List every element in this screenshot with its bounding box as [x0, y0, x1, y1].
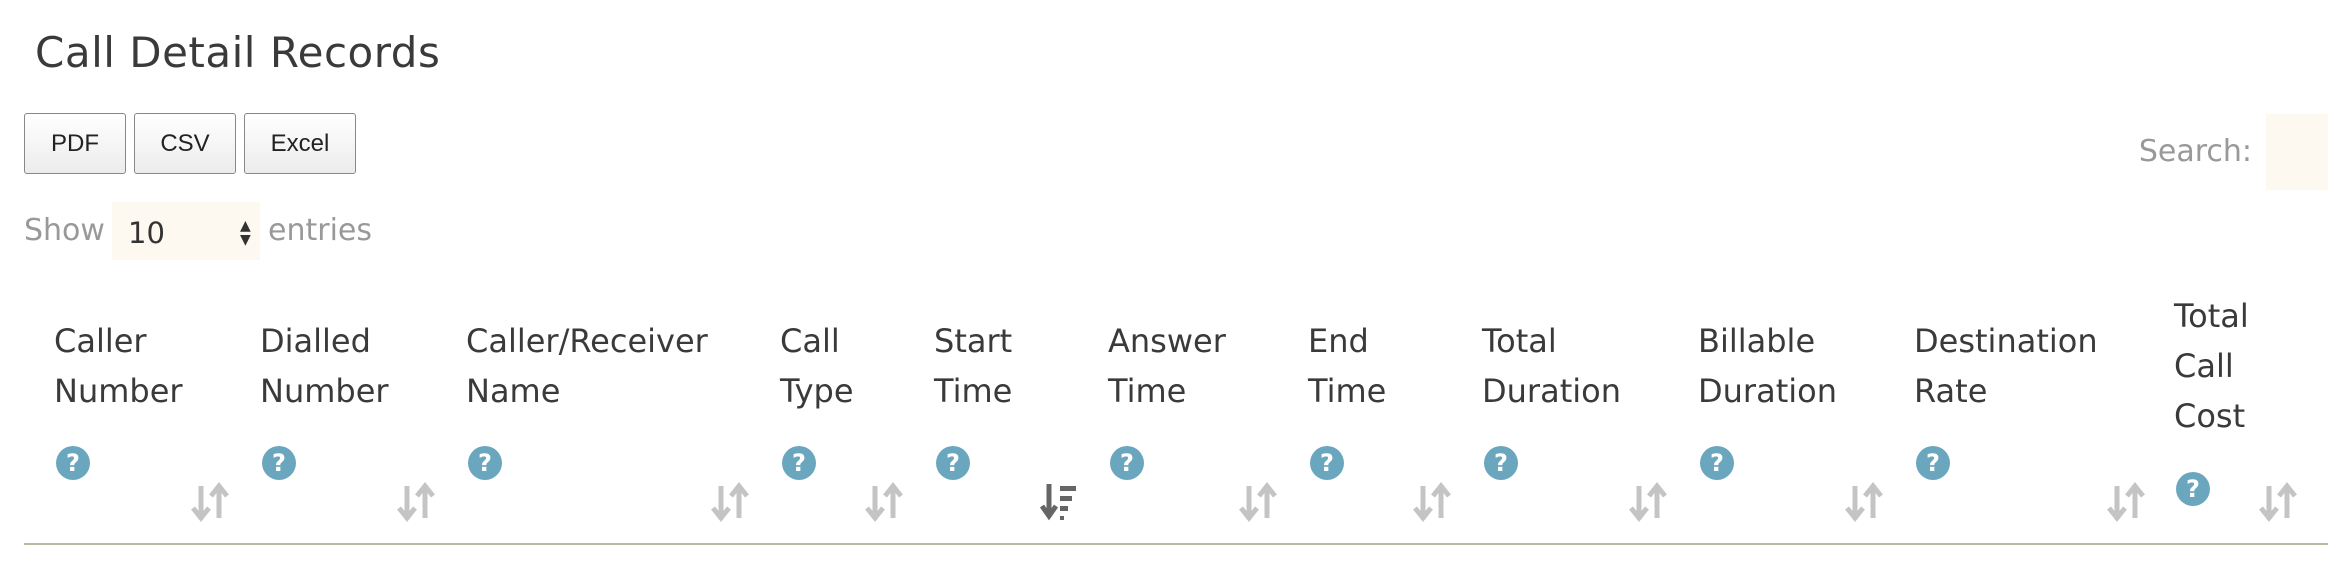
- column-header-label: Number: [54, 372, 183, 410]
- entries-value: 10: [128, 216, 165, 250]
- column-header-total-duration[interactable]: Total Duration: [1482, 316, 1621, 416]
- column-header-label: Duration: [1698, 372, 1837, 410]
- sort-both-icon[interactable]: [190, 480, 230, 524]
- select-arrows-icon: ▲ ▼: [240, 218, 251, 248]
- help-icon[interactable]: ?: [2176, 472, 2210, 506]
- help-icon[interactable]: ?: [936, 446, 970, 480]
- column-header-label: Call: [2174, 347, 2234, 385]
- sort-both-icon[interactable]: [1238, 480, 1278, 524]
- help-icon[interactable]: ?: [1916, 446, 1950, 480]
- column-header-dialled-number[interactable]: Dialled Number: [260, 316, 389, 416]
- column-header-label: Dialled: [260, 322, 371, 360]
- sort-both-icon[interactable]: [1412, 480, 1452, 524]
- column-header-label: Time: [1308, 372, 1387, 410]
- sort-both-icon[interactable]: [2258, 480, 2298, 524]
- show-label: Show: [24, 213, 105, 248]
- sort-both-icon[interactable]: [1628, 480, 1668, 524]
- excel-export-button[interactable]: Excel: [244, 113, 356, 174]
- help-icon[interactable]: ?: [468, 446, 502, 480]
- column-header-answer-time[interactable]: Answer Time: [1108, 316, 1226, 416]
- column-header-caller-receiver-name[interactable]: Caller/Receiver Name: [466, 316, 708, 416]
- column-header-label: Destination: [1914, 322, 2098, 360]
- help-icon[interactable]: ?: [782, 446, 816, 480]
- column-header-label: Total: [2174, 297, 2249, 335]
- column-header-label: Answer: [1108, 322, 1226, 360]
- column-header-label: Duration: [1482, 372, 1621, 410]
- sort-desc-icon[interactable]: [1039, 480, 1080, 524]
- column-header-label: Total: [1482, 322, 1557, 360]
- sort-both-icon[interactable]: [2106, 480, 2146, 524]
- page-title: Call Detail Records: [35, 28, 441, 77]
- column-header-label: Rate: [1914, 372, 1988, 410]
- csv-export-button[interactable]: CSV: [134, 113, 236, 174]
- column-header-label: Caller/Receiver: [466, 322, 708, 360]
- help-icon[interactable]: ?: [56, 446, 90, 480]
- column-header-label: Time: [1108, 372, 1187, 410]
- column-header-billable-duration[interactable]: Billable Duration: [1698, 316, 1837, 416]
- header-divider: [24, 543, 2328, 545]
- sort-both-icon[interactable]: [396, 480, 436, 524]
- entries-select[interactable]: 10 ▲ ▼: [112, 202, 260, 260]
- search-input[interactable]: [2266, 114, 2328, 190]
- column-header-start-time[interactable]: Start Time: [934, 316, 1012, 416]
- column-header-label: Cost: [2174, 397, 2246, 435]
- sort-both-icon[interactable]: [864, 480, 904, 524]
- column-header-label: Number: [260, 372, 389, 410]
- column-header-label: Time: [934, 372, 1013, 410]
- help-icon[interactable]: ?: [1700, 446, 1734, 480]
- column-header-label: Caller: [54, 322, 147, 360]
- column-header-label: Billable: [1698, 322, 1816, 360]
- help-icon[interactable]: ?: [1110, 446, 1144, 480]
- column-header-total-call-cost[interactable]: Total Call Cost: [2174, 291, 2249, 441]
- column-header-label: Type: [780, 372, 854, 410]
- search-label: Search:: [2138, 134, 2252, 169]
- entries-label: entries: [268, 213, 372, 248]
- sort-both-icon[interactable]: [710, 480, 750, 524]
- column-header-call-type[interactable]: Call Type: [780, 316, 854, 416]
- column-header-end-time[interactable]: End Time: [1308, 316, 1386, 416]
- column-header-label: Start: [934, 322, 1013, 360]
- help-icon[interactable]: ?: [1310, 446, 1344, 480]
- column-header-destination-rate[interactable]: Destination Rate: [1914, 316, 2098, 416]
- help-icon[interactable]: ?: [1484, 446, 1518, 480]
- column-header-caller-number[interactable]: Caller Number: [54, 316, 183, 416]
- help-icon[interactable]: ?: [262, 446, 296, 480]
- column-header-label: Name: [466, 372, 561, 410]
- column-header-label: End: [1308, 322, 1369, 360]
- sort-both-icon[interactable]: [1844, 480, 1884, 524]
- column-header-label: Call: [780, 322, 840, 360]
- pdf-export-button[interactable]: PDF: [24, 113, 126, 174]
